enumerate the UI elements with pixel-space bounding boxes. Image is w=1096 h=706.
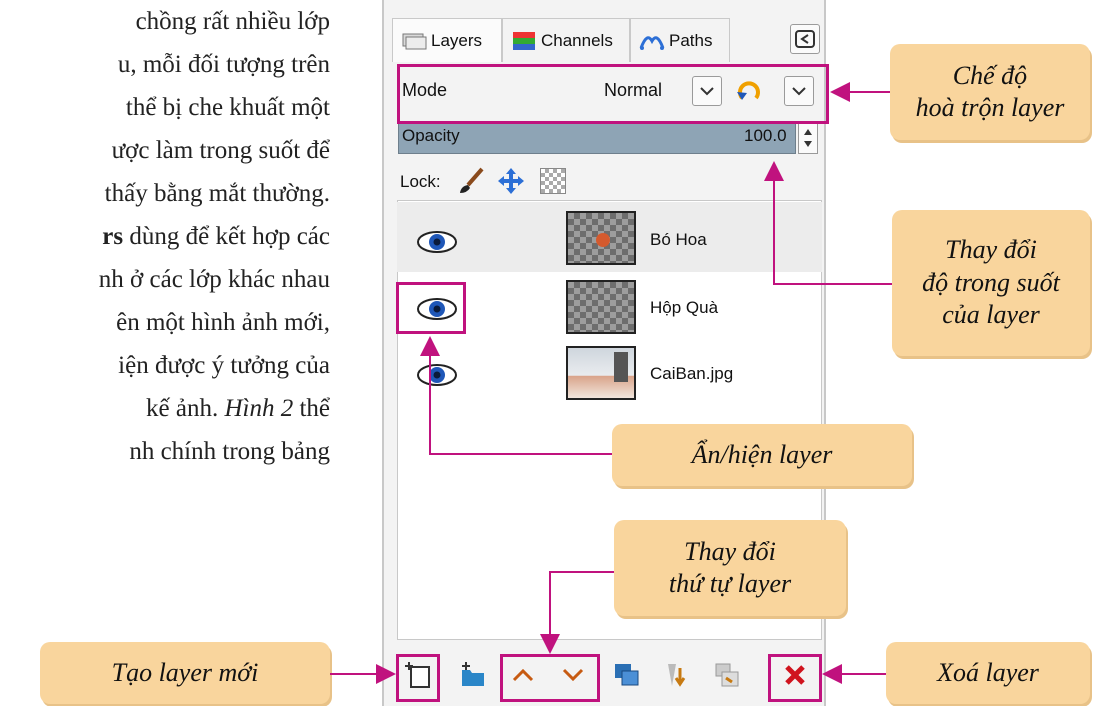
tab-channels[interactable]: Channels (502, 18, 630, 62)
layer-thumbnail (566, 346, 636, 400)
bold-term: rs (102, 223, 124, 250)
tab-layers[interactable]: Layers (392, 18, 502, 62)
paths-icon (639, 30, 665, 52)
callout-line: của layer (942, 300, 1040, 330)
body-text-line: ược làm trong suốt để (111, 137, 330, 164)
new-layer-group-button[interactable] (456, 658, 490, 692)
body-text-line: u, mỗi đối tượng trên (117, 51, 330, 78)
callout-line: Chế độ (952, 60, 1028, 90)
callout-visibility: Ẩn/hiện layer (612, 424, 912, 486)
eye-icon[interactable] (414, 229, 460, 255)
callout-line: Tạo layer mới (111, 657, 259, 687)
lock-label: Lock: (400, 172, 441, 191)
body-text-line: nh ở các lớp khác nhau (98, 266, 330, 293)
anchor-layer-button[interactable] (660, 658, 694, 692)
merge-icon (715, 663, 739, 687)
callout-blend-mode: Chế độ hoà trộn layer (890, 44, 1090, 140)
duplicate-layer-button[interactable] (610, 658, 644, 692)
opacity-spinner[interactable] (798, 122, 818, 154)
body-text-fragment: dùng để kết hợp các (129, 223, 330, 250)
body-text-line: iện được ý tưởng của (118, 352, 330, 379)
callout-line: hoà trộn layer (915, 93, 1065, 122)
opacity-value[interactable]: 100.0 (744, 126, 787, 146)
layer-name[interactable]: CaiBan.jpg (650, 364, 733, 384)
callout-line: Thay đổi (684, 536, 776, 566)
callout-delete-layer: Xoá layer (886, 642, 1090, 704)
callout-line: thứ tự layer (668, 569, 792, 598)
callout-order: Thay đổi thứ tự layer (614, 520, 846, 616)
body-text-line: thể bị che khuất một (125, 94, 330, 121)
body-text-line: chồng rất nhiều lớp (135, 8, 330, 35)
callout-line: độ trong suốt (922, 267, 1060, 297)
layer-thumbnail (566, 280, 636, 334)
body-text-fragment: thể (299, 395, 330, 422)
move-icon[interactable] (496, 166, 526, 196)
callout-opacity: Thay đổi độ trong suốt của layer (892, 210, 1090, 356)
callout-line: Thay đổi (945, 235, 1037, 265)
opacity-label: Opacity (402, 126, 460, 145)
channels-icon (511, 30, 537, 52)
delete-highlight (768, 654, 822, 702)
tab-paths[interactable]: Paths (630, 18, 730, 62)
merge-layer-button[interactable] (710, 658, 744, 692)
layer-name[interactable]: Bó Hoa (650, 230, 707, 250)
body-text-line: nh chính trong bảng (129, 438, 330, 465)
anchor-icon (668, 664, 686, 687)
body-text-line: kế ảnh. Hình 2 thể (0, 395, 330, 423)
tab-label: Channels (541, 30, 613, 50)
visibility-highlight (396, 282, 466, 334)
layer-name[interactable]: Hộp Quà (650, 298, 718, 318)
blend-mode-highlight (397, 64, 829, 124)
order-highlight (500, 654, 600, 702)
checkerboard-icon[interactable] (540, 168, 566, 194)
figure-reference: Hình 2 (224, 395, 294, 422)
tab-label: Layers (431, 30, 483, 50)
eye-icon[interactable] (414, 362, 460, 388)
new-group-icon (462, 662, 484, 686)
callout-new-layer: Tạo layer mới (40, 642, 330, 704)
new-layer-highlight (396, 654, 440, 702)
layer-thumbnail (566, 211, 636, 265)
body-text-line: rs dùng để kết hợp các (0, 223, 330, 251)
tab-label: Paths (669, 30, 713, 50)
layers-icon (401, 30, 427, 52)
body-text-fragment: kế ảnh. (146, 395, 219, 422)
callout-line: Ẩn/hiện layer (691, 439, 833, 469)
dock-menu-icon (795, 30, 815, 48)
dock-menu-button[interactable] (790, 24, 820, 54)
body-text-line: thấy bằng mắt thường. (104, 180, 330, 207)
callout-line: Xoá layer (937, 657, 1039, 687)
body-text-line: ên một hình ảnh mới, (116, 309, 330, 336)
paintbrush-icon[interactable] (456, 166, 486, 196)
duplicate-icon (615, 664, 639, 686)
